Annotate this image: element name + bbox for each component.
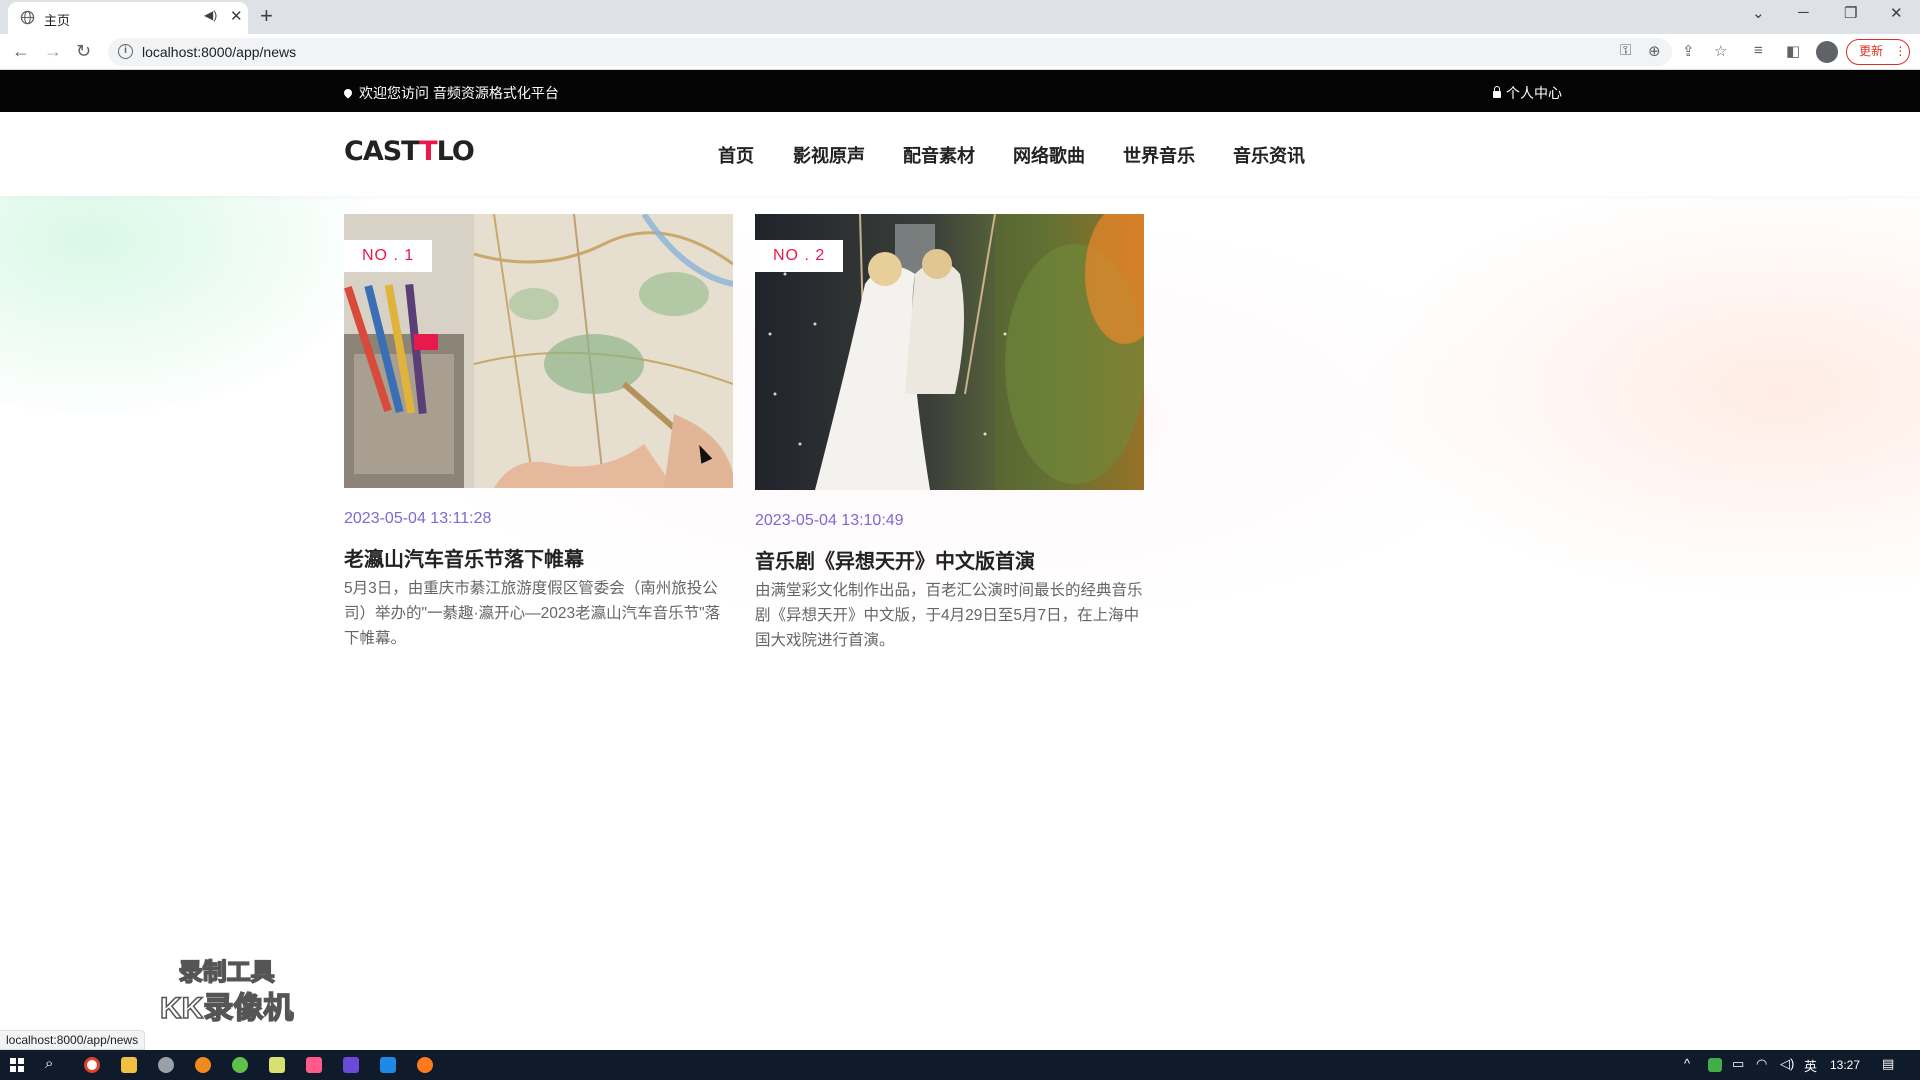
notification-icon[interactable]: ▤ <box>1882 1056 1894 1072</box>
settings-app-icon[interactable] <box>158 1057 174 1073</box>
volume-icon[interactable]: ◁) <box>1780 1056 1794 1072</box>
link-preview-status: localhost:8000/app/news <box>0 1030 146 1050</box>
nav-dubbing-material[interactable]: 配音素材 <box>903 142 975 168</box>
close-tab-icon[interactable]: ✕ <box>230 7 243 25</box>
watermark-line2: KK录像机 <box>159 991 294 1026</box>
news-summary: 由满堂彩文化制作出品，百老汇公演时间最长的经典音乐剧《异想天开》中文版，于4月2… <box>755 582 1143 649</box>
user-center-link[interactable]: 个人中心 <box>1493 83 1562 103</box>
purple-app-icon[interactable] <box>343 1057 359 1073</box>
top-info-bar: 欢迎您访问 音频资源格式化平台 个人中心 <box>0 70 1920 112</box>
tray-app-icon[interactable] <box>1708 1058 1722 1072</box>
globe-icon <box>20 10 35 25</box>
lock-icon <box>1493 86 1501 98</box>
browser-toolbar: ← → ↻ i localhost:8000/app/news ⚿ ⊕ ⇪ ☆ … <box>0 34 1920 70</box>
nav-world-music[interactable]: 世界音乐 <box>1123 142 1195 168</box>
reading-list-icon[interactable]: ≡ <box>1754 42 1763 59</box>
location-pin-icon <box>342 87 354 99</box>
windows-taskbar: ⌕ ^ ▭ ◠ ◁) 英 13:27 ▤ <box>0 1050 1920 1080</box>
address-bar[interactable]: i localhost:8000/app/news ⚿ ⊕ <box>108 38 1672 66</box>
news-date: 2023-05-04 13:10:49 <box>755 512 904 529</box>
recorder-watermark: 录制工具 KK录像机 <box>159 952 294 1027</box>
window-close-button[interactable]: ✕ <box>1890 4 1903 22</box>
zoom-icon[interactable]: ⊕ <box>1648 42 1661 60</box>
chrome-app-icon[interactable] <box>84 1057 100 1073</box>
browser-tab[interactable]: 主页 ◀) ✕ <box>8 2 248 34</box>
news-summary: 5月3日，由重庆市綦江旅游度假区管委会（南州旅投公司）举办的"一綦趣·瀛开心—2… <box>344 580 721 647</box>
logo-mark: T <box>419 136 437 167</box>
news-image-map[interactable]: NO . 1 <box>344 214 733 488</box>
update-label: 更新 <box>1859 44 1884 58</box>
site-info-icon[interactable]: i <box>118 44 133 59</box>
restore-button[interactable]: ❐ <box>1844 4 1857 22</box>
ime-indicator[interactable]: 英 <box>1804 1056 1817 1075</box>
nav-film-soundtrack[interactable]: 影视原声 <box>793 142 865 168</box>
search-icon[interactable]: ⌕ <box>45 1055 53 1072</box>
back-icon[interactable]: ← <box>12 41 30 62</box>
tab-search-icon[interactable]: ⌄ <box>1752 4 1765 22</box>
logo-right: LO <box>436 136 475 167</box>
welcome-label: 欢迎您访问 音频资源格式化平台 <box>359 85 559 101</box>
rank-badge: NO . 2 <box>755 240 844 272</box>
watermark-line1: 录制工具 <box>178 958 276 987</box>
share-icon[interactable]: ⇪ <box>1682 42 1695 60</box>
web-page: 欢迎您访问 音频资源格式化平台 个人中心 CASTTLO 首页 影视原声 配音素… <box>0 70 1920 1050</box>
update-button[interactable]: 更新 ⋮ <box>1846 39 1910 65</box>
pink-app-icon[interactable] <box>306 1057 322 1073</box>
tray-expand-icon[interactable]: ^ <box>1684 1056 1690 1071</box>
news-title[interactable]: 老瀛山汽车音乐节落下帷幕 <box>344 543 584 572</box>
file-explorer-icon[interactable] <box>121 1057 137 1073</box>
user-center-label: 个人中心 <box>1506 85 1562 101</box>
nav-home[interactable]: 首页 <box>718 142 754 168</box>
search-app-icon[interactable] <box>195 1057 211 1073</box>
bookmark-star-icon[interactable]: ☆ <box>1714 42 1727 60</box>
reload-icon[interactable]: ↻ <box>76 41 91 62</box>
nav-internet-songs[interactable]: 网络歌曲 <box>1013 142 1085 168</box>
new-tab-button[interactable]: + <box>260 4 273 28</box>
network-icon[interactable]: ▭ <box>1732 1056 1744 1072</box>
forward-icon[interactable]: → <box>44 41 62 62</box>
recorder-app-icon[interactable] <box>417 1057 433 1073</box>
minimize-button[interactable]: ─ <box>1798 4 1809 21</box>
speaker-icon[interactable]: ◀) <box>204 8 217 22</box>
browser-tabstrip: 主页 ◀) ✕ + ⌄ ─ ❐ ✕ <box>0 0 1920 34</box>
windows-start-icon[interactable] <box>10 1058 24 1072</box>
url-text: localhost:8000/app/news <box>142 44 297 60</box>
key-icon[interactable]: ⚿ <box>1620 42 1631 59</box>
nav-music-news[interactable]: 音乐资讯 <box>1233 142 1305 168</box>
news-title[interactable]: 音乐剧《异想天开》中文版首演 <box>755 545 1035 574</box>
welcome-text: 欢迎您访问 音频资源格式化平台 <box>342 83 559 103</box>
rank-badge: NO . 1 <box>344 240 433 272</box>
wifi-icon[interactable]: ◠ <box>1756 1056 1767 1072</box>
notes-app-icon[interactable] <box>269 1057 285 1073</box>
tab-title: 主页 <box>44 13 71 28</box>
side-panel-icon[interactable]: ◧ <box>1786 42 1800 60</box>
green-app-icon[interactable] <box>232 1057 248 1073</box>
news-date: 2023-05-04 13:11:28 <box>344 510 492 527</box>
profile-avatar[interactable] <box>1816 41 1838 63</box>
site-logo[interactable]: CASTTLO <box>344 136 475 167</box>
site-header: CASTTLO 首页 影视原声 配音素材 网络歌曲 世界音乐 音乐资讯 <box>0 112 1920 196</box>
clock[interactable]: 13:27 <box>1830 1058 1860 1072</box>
menu-dots-icon[interactable]: ⋮ <box>1894 44 1906 58</box>
logo-left: CAST <box>344 136 420 167</box>
vscode-app-icon[interactable] <box>380 1057 396 1073</box>
news-image-swing[interactable]: NO . 2 <box>755 214 1144 490</box>
